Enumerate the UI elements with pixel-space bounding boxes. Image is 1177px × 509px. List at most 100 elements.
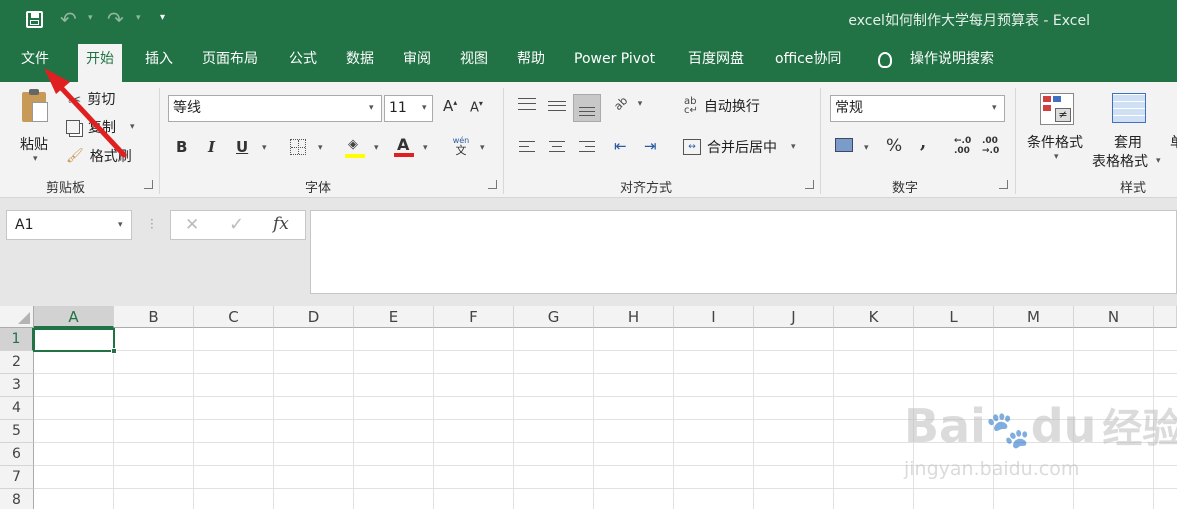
font-name-dropdown-icon[interactable]: ▾ bbox=[369, 103, 374, 113]
cut-button[interactable]: ✂ 剪切 bbox=[68, 89, 115, 109]
copy-button[interactable]: 复制 ▾ bbox=[66, 117, 135, 137]
copy-dropdown-icon[interactable]: ▾ bbox=[130, 122, 135, 132]
column-header-i[interactable]: I bbox=[674, 306, 754, 328]
row-header-6[interactable]: 6 bbox=[0, 443, 34, 466]
tell-me-search[interactable]: 操作说明搜索 bbox=[910, 44, 994, 82]
format-painter-button[interactable]: 🖌 格式刷 bbox=[66, 146, 132, 166]
save-icon[interactable] bbox=[26, 11, 43, 28]
tab-baidu-netdisk[interactable]: 百度网盘 bbox=[688, 44, 744, 82]
tab-help[interactable]: 帮助 bbox=[517, 44, 545, 82]
paste-button[interactable]: 粘贴 ▾ bbox=[16, 88, 60, 164]
font-color-dropdown-icon[interactable]: ▾ bbox=[423, 143, 428, 153]
column-header-m[interactable]: M bbox=[994, 306, 1074, 328]
row-header-2[interactable]: 2 bbox=[0, 351, 34, 374]
font-name-select[interactable]: 等线 bbox=[168, 95, 382, 122]
tab-insert[interactable]: 插入 bbox=[145, 44, 173, 82]
redo-dropdown-icon[interactable]: ▾ bbox=[136, 13, 141, 23]
border-icon[interactable] bbox=[290, 139, 306, 155]
align-center-icon[interactable] bbox=[549, 141, 565, 152]
column-header-j[interactable]: J bbox=[754, 306, 834, 328]
row-header-8[interactable]: 8 bbox=[0, 489, 34, 509]
column-header-e[interactable]: E bbox=[354, 306, 434, 328]
format-as-table-dropdown-icon[interactable]: ▾ bbox=[1156, 156, 1161, 166]
tab-file[interactable]: 文件 bbox=[21, 44, 49, 82]
column-header-f[interactable]: F bbox=[434, 306, 514, 328]
decrease-decimal-icon[interactable]: .00 →.0 bbox=[982, 136, 999, 156]
redo-icon[interactable]: ↷ bbox=[107, 7, 124, 31]
selected-cell-a1[interactable] bbox=[33, 328, 115, 352]
row-header-4[interactable]: 4 bbox=[0, 397, 34, 420]
phonetic-guide-icon[interactable]: wén 文 bbox=[452, 136, 470, 158]
underline-button[interactable]: U bbox=[236, 138, 248, 156]
fill-color-dropdown-icon[interactable]: ▾ bbox=[374, 143, 379, 153]
column-header-l[interactable]: L bbox=[914, 306, 994, 328]
decrease-font-size-icon[interactable]: A▾ bbox=[470, 99, 483, 115]
font-size-dropdown-icon[interactable]: ▾ bbox=[422, 103, 427, 113]
enter-icon[interactable]: ✓ bbox=[229, 214, 244, 235]
phonetic-dropdown-icon[interactable]: ▾ bbox=[480, 143, 485, 153]
fill-handle[interactable] bbox=[111, 348, 117, 354]
percent-button[interactable]: % bbox=[886, 136, 902, 156]
row-header-1[interactable]: 1 bbox=[0, 328, 34, 351]
font-color-icon[interactable]: A bbox=[394, 135, 414, 157]
select-all-corner[interactable] bbox=[0, 306, 34, 328]
column-header-c[interactable]: C bbox=[194, 306, 274, 328]
conditional-dropdown-icon[interactable]: ▾ bbox=[1054, 152, 1059, 162]
column-header-g[interactable]: G bbox=[514, 306, 594, 328]
column-header-d[interactable]: D bbox=[274, 306, 354, 328]
tab-formulas[interactable]: 公式 bbox=[289, 44, 317, 82]
insert-function-icon[interactable]: fx bbox=[273, 214, 289, 234]
accounting-dropdown-icon[interactable]: ▾ bbox=[864, 143, 869, 153]
align-bottom-icon[interactable] bbox=[573, 94, 601, 122]
column-header-n[interactable]: N bbox=[1074, 306, 1154, 328]
cell-styles-partial-label[interactable]: 单 bbox=[1170, 132, 1177, 152]
underline-dropdown-icon[interactable]: ▾ bbox=[262, 143, 267, 153]
customize-qat-icon[interactable]: ▾ bbox=[160, 12, 165, 23]
cancel-icon[interactable]: ✕ bbox=[185, 215, 199, 235]
row-header-3[interactable]: 3 bbox=[0, 374, 34, 397]
increase-indent-icon[interactable]: ⇥ bbox=[644, 137, 657, 155]
formula-input[interactable] bbox=[310, 210, 1177, 294]
tab-power-pivot[interactable]: Power Pivot bbox=[574, 44, 655, 82]
number-format-select[interactable]: 常规 bbox=[830, 95, 1005, 122]
row-header-5[interactable]: 5 bbox=[0, 420, 34, 443]
row-header-7[interactable]: 7 bbox=[0, 466, 34, 489]
formula-bar-grip-icon[interactable]: · · · bbox=[150, 214, 154, 234]
number-format-dropdown-icon[interactable]: ▾ bbox=[992, 103, 997, 113]
tab-home[interactable]: 开始 bbox=[78, 44, 122, 82]
tab-data[interactable]: 数据 bbox=[346, 44, 374, 82]
column-header-partial[interactable] bbox=[1154, 306, 1177, 328]
conditional-formatting-button[interactable]: ≠ 条件格式 ▾ bbox=[1024, 90, 1090, 170]
italic-button[interactable]: I bbox=[208, 138, 215, 156]
name-box[interactable]: A1 bbox=[6, 210, 132, 240]
undo-dropdown-icon[interactable]: ▾ bbox=[88, 13, 93, 23]
paste-dropdown-icon[interactable]: ▾ bbox=[33, 154, 38, 164]
fill-color-icon[interactable]: ◈ bbox=[345, 136, 365, 158]
orientation-dropdown-icon[interactable]: ▾ bbox=[638, 99, 643, 109]
column-header-b[interactable]: B bbox=[114, 306, 194, 328]
wrap-text-button[interactable]: ab c↵ 自动换行 bbox=[684, 96, 760, 116]
column-header-a[interactable]: A bbox=[34, 306, 114, 328]
align-left-icon[interactable] bbox=[519, 141, 535, 152]
clipboard-launcher-icon[interactable] bbox=[144, 180, 153, 189]
increase-font-size-icon[interactable]: A▴ bbox=[443, 97, 457, 115]
comma-button[interactable]: , bbox=[920, 132, 926, 153]
format-as-table-button[interactable]: 套用 表格格式 ▾ bbox=[1092, 90, 1166, 170]
font-launcher-icon[interactable] bbox=[488, 180, 497, 189]
merge-dropdown-icon[interactable]: ▾ bbox=[791, 142, 796, 152]
column-header-k[interactable]: K bbox=[834, 306, 914, 328]
orientation-button[interactable]: ab ▾ bbox=[611, 94, 643, 113]
tab-view[interactable]: 视图 bbox=[460, 44, 488, 82]
align-middle-icon[interactable] bbox=[548, 101, 566, 111]
increase-decimal-icon[interactable]: ←.0 .00 bbox=[954, 136, 971, 156]
align-top-icon[interactable] bbox=[518, 98, 536, 110]
align-right-icon[interactable] bbox=[579, 141, 595, 152]
border-dropdown-icon[interactable]: ▾ bbox=[318, 143, 323, 153]
column-header-h[interactable]: H bbox=[594, 306, 674, 328]
tab-office-collab[interactable]: office协同 bbox=[775, 44, 841, 82]
merge-center-button[interactable]: ↔ 合并后居中 ▾ bbox=[683, 137, 796, 157]
bold-button[interactable]: B bbox=[176, 138, 187, 156]
decrease-indent-icon[interactable]: ⇤ bbox=[614, 137, 627, 155]
tab-review[interactable]: 审阅 bbox=[403, 44, 431, 82]
number-launcher-icon[interactable] bbox=[999, 180, 1008, 189]
